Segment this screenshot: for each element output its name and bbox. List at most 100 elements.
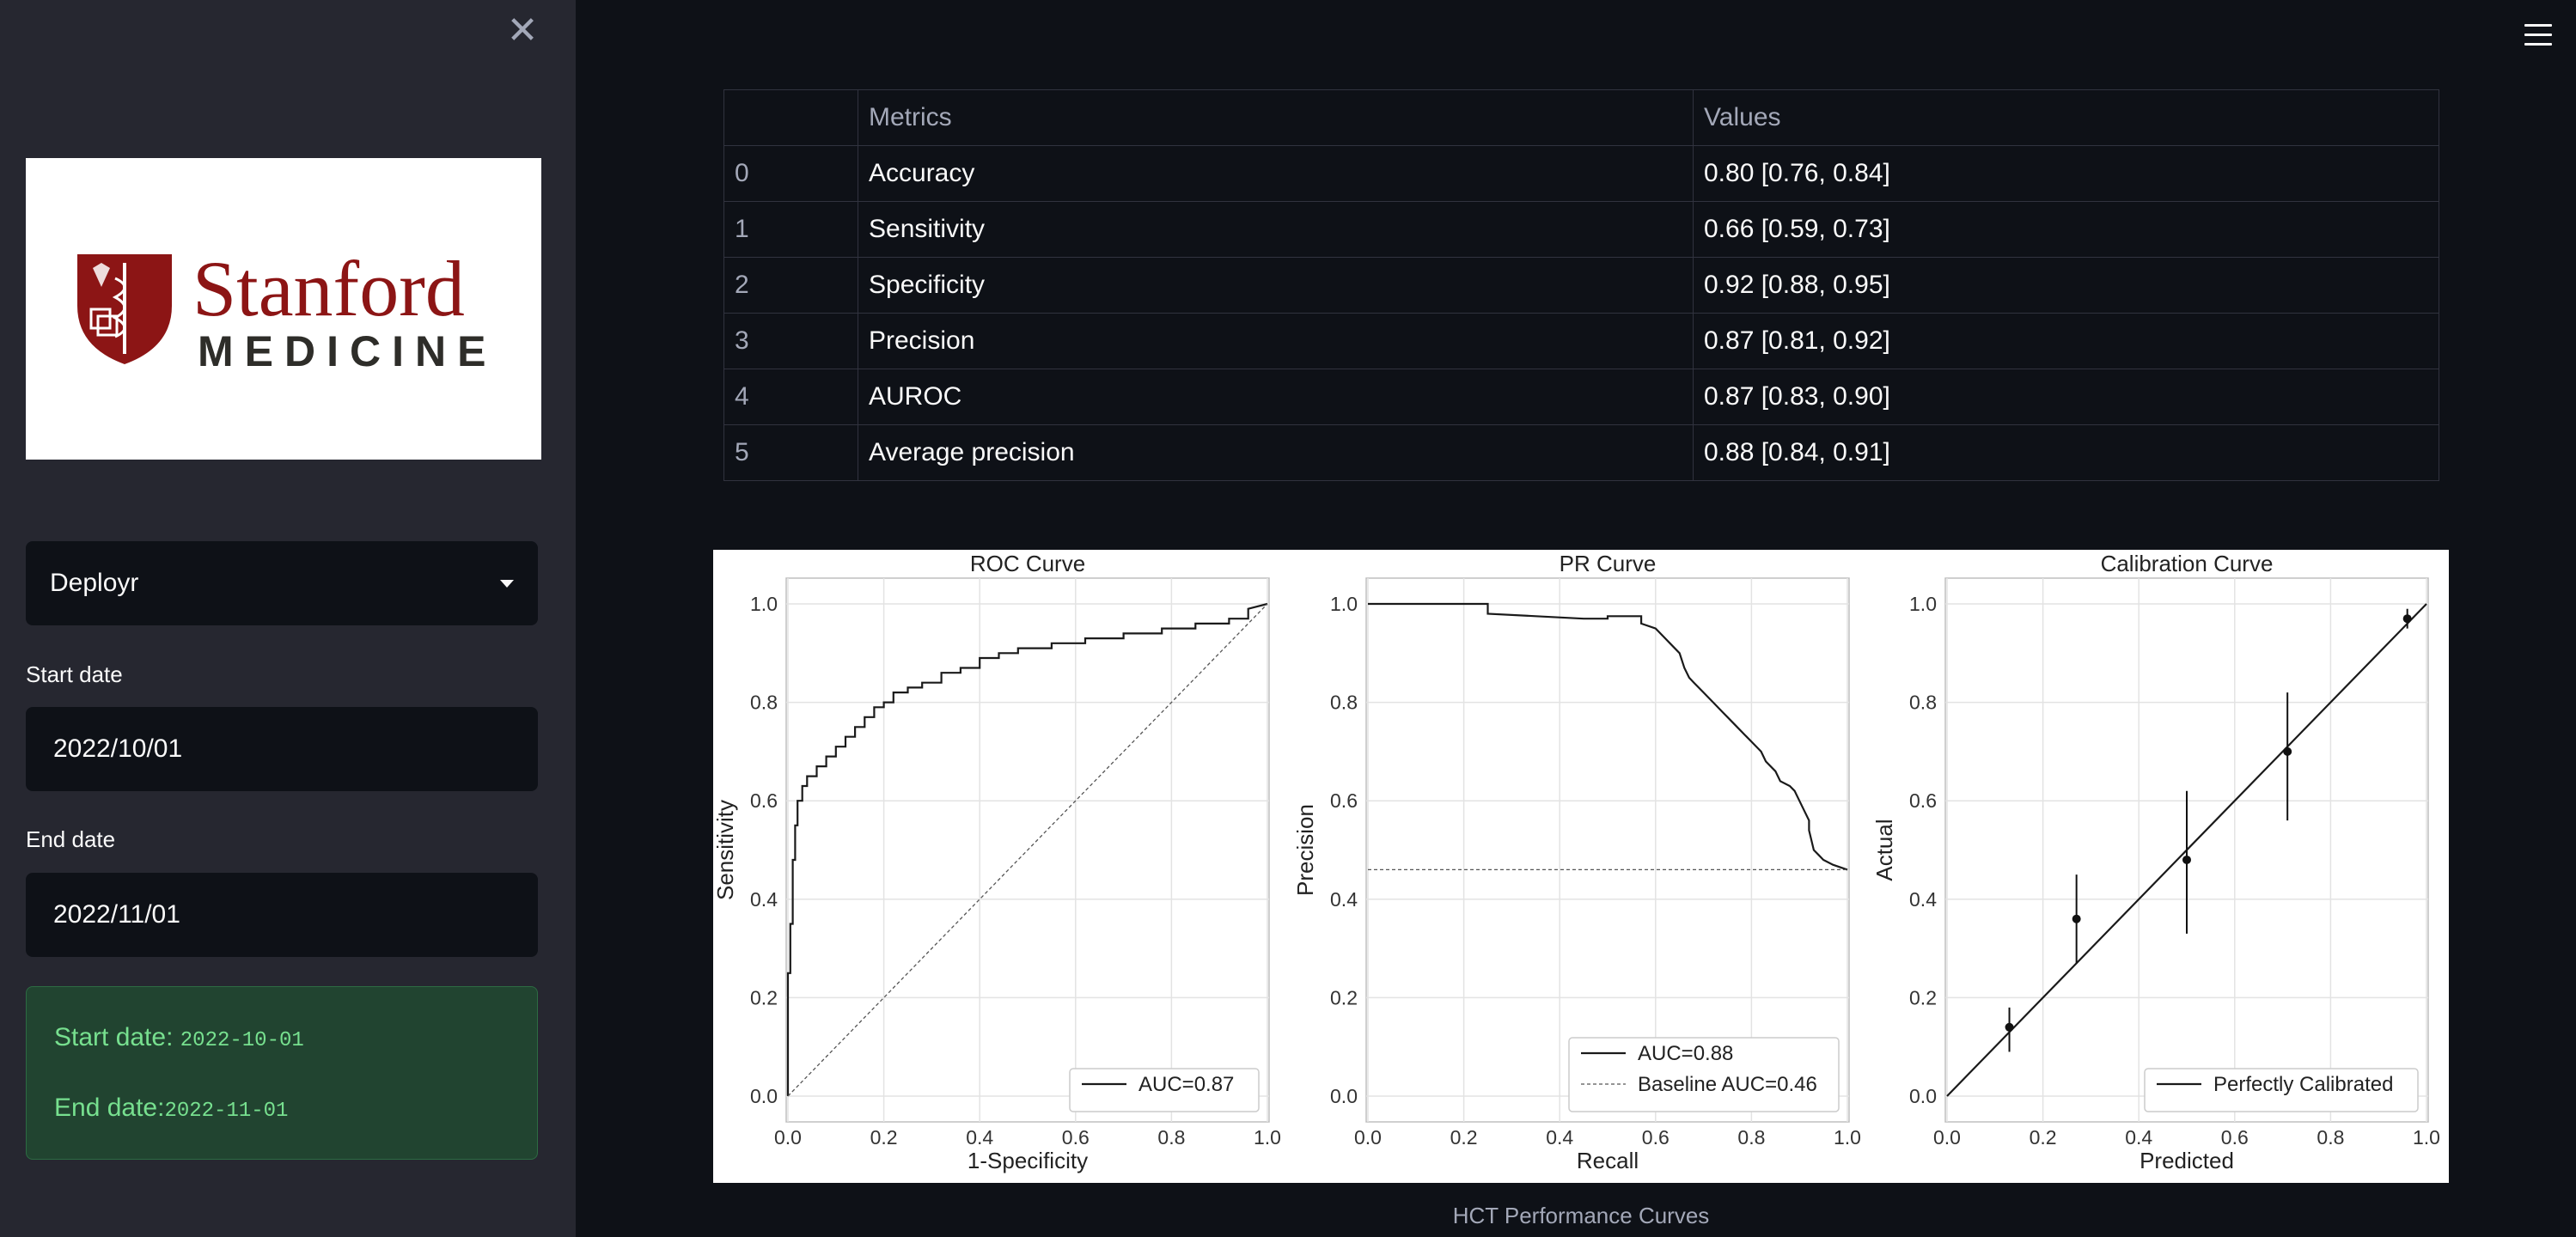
y-tick-label: 0.8 <box>1330 692 1358 714</box>
y-axis-label: Precision <box>1292 804 1318 896</box>
metric-value: 0.87 [0.81, 0.92] <box>1693 313 2439 369</box>
table-header-row: Metrics Values <box>723 89 2439 146</box>
column-header-metrics: Metrics <box>858 89 1694 146</box>
end-date-input[interactable]: 2022/11/01 <box>26 873 538 957</box>
chart-2: 0.0 0.2 0.4 0.6 0.8 1.0 0.0 0.2 0.4 0.6 0.8 1.0 Cali… <box>1871 551 2440 1173</box>
logo-graphic: Stanford MEDICINE <box>77 245 485 375</box>
x-axis-label: 1-Specificity <box>968 1148 1088 1173</box>
row-index: 3 <box>723 313 858 369</box>
model-select[interactable]: Deployr <box>26 541 538 625</box>
alert-end-line: End date:2022-11-01 <box>54 1094 288 1123</box>
figure-caption: HCT Performance Curves <box>1452 1203 1710 1228</box>
table-row: 4 AUROC 0.87 [0.83, 0.90] <box>723 369 2439 425</box>
y-tick-label: 1.0 <box>750 593 778 615</box>
date-range-alert: Start date: 2022-10-01 End date:2022-11-… <box>26 986 538 1160</box>
end-date-value: 2022/11/01 <box>53 900 180 929</box>
y-tick-label: 0.2 <box>1330 986 1358 1008</box>
table-row: 3 Precision 0.87 [0.81, 0.92] <box>723 313 2439 369</box>
y-tick-label: 0.6 <box>750 789 778 812</box>
metric-name: Specificity <box>858 257 1694 314</box>
chart-title: PR Curve <box>1560 551 1657 576</box>
metric-value: 0.87 [0.83, 0.90] <box>1693 369 2439 425</box>
metric-name: Accuracy <box>858 145 1694 202</box>
close-sidebar-button[interactable]: ✕ <box>505 12 540 50</box>
y-tick-label: 0.2 <box>1909 986 1937 1008</box>
metric-name: Average precision <box>858 424 1694 481</box>
row-index: 0 <box>723 145 858 202</box>
hamburger-icon[interactable] <box>2524 24 2552 50</box>
alert-end-value: 2022-11-01 <box>164 1100 289 1123</box>
chart-1: 0.0 0.2 0.4 0.6 0.8 1.0 0.0 0.2 0.4 0.6 0.8 1.0 PR C… <box>1292 551 1861 1173</box>
chart-title: ROC Curve <box>970 551 1085 576</box>
x-tick-label: 0.2 <box>2030 1126 2057 1149</box>
table-row: 2 Specificity 0.92 [0.88, 0.95] <box>723 257 2439 314</box>
x-tick-label: 0.2 <box>1450 1126 1478 1149</box>
metric-name: AUROC <box>858 369 1694 425</box>
chart-0: 0.0 0.2 0.4 0.6 0.8 1.0 0.0 0.2 0.4 0.6 0.8 1.0 ROC … <box>713 551 1281 1173</box>
column-header-index <box>723 89 858 146</box>
metric-value: 0.92 [0.88, 0.95] <box>1693 257 2439 314</box>
alert-start-label: Start date: <box>54 1023 174 1051</box>
chevron-down-icon <box>500 579 514 588</box>
y-tick-label: 0.4 <box>1909 888 1937 911</box>
legend-label: AUC=0.87 <box>1138 1073 1234 1096</box>
sidebar: ✕ Stanford MEDICINE Deployr Start date 2… <box>0 0 576 1237</box>
data-point <box>2402 614 2412 624</box>
y-tick-label: 0.0 <box>750 1085 778 1107</box>
y-tick-label: 0.6 <box>1330 789 1358 812</box>
data-point <box>2072 914 2081 923</box>
x-tick-label: 0.0 <box>774 1126 802 1149</box>
start-date-input[interactable]: 2022/10/01 <box>26 707 538 791</box>
metric-value: 0.66 [0.59, 0.73] <box>1693 201 2439 258</box>
table-row: 0 Accuracy 0.80 [0.76, 0.84] <box>723 145 2439 202</box>
table-row: 5 Average precision 0.88 [0.84, 0.91] <box>723 424 2439 481</box>
x-axis-label: Predicted <box>2140 1148 2234 1173</box>
x-tick-label: 0.8 <box>2317 1126 2344 1149</box>
y-tick-label: 0.8 <box>1909 692 1937 714</box>
end-date-label: End date <box>26 826 116 852</box>
x-tick-label: 0.4 <box>2125 1126 2152 1149</box>
x-tick-label: 0.6 <box>1642 1126 1670 1149</box>
x-tick-label: 1.0 <box>2413 1126 2440 1149</box>
x-tick-label: 0.0 <box>1354 1126 1382 1149</box>
data-point <box>2283 746 2292 756</box>
table-row: 1 Sensitivity 0.66 [0.59, 0.73] <box>723 201 2439 258</box>
y-tick-label: 1.0 <box>1909 593 1937 615</box>
x-tick-label: 0.8 <box>1737 1126 1765 1149</box>
metrics-table: Metrics Values 0 Accuracy 0.80 [0.76, 0.… <box>723 89 2439 481</box>
x-tick-label: 0.0 <box>1933 1126 1961 1149</box>
x-tick-label: 0.6 <box>2221 1126 2249 1149</box>
start-date-label: Start date <box>26 661 123 687</box>
metric-name: Precision <box>858 313 1694 369</box>
y-tick-label: 0.6 <box>1909 789 1937 812</box>
row-index: 1 <box>723 201 858 258</box>
y-axis-label: Sensitivity <box>713 800 738 900</box>
charts-svg: 0.0 0.2 0.4 0.6 0.8 1.0 0.0 0.2 0.4 0.6 0.8 1.0 ROC … <box>713 551 2440 1173</box>
row-index: 4 <box>723 369 858 425</box>
x-tick-label: 0.4 <box>1546 1126 1573 1149</box>
y-tick-label: 0.2 <box>750 986 778 1008</box>
performance-curves-figure: 0.0 0.2 0.4 0.6 0.8 1.0 0.0 0.2 0.4 0.6 0.8 1.0 ROC … <box>713 550 2449 1183</box>
logo-name: Stanford <box>192 245 465 332</box>
legend-label: Perfectly Calibrated <box>2213 1073 2393 1096</box>
metric-value: 0.80 [0.76, 0.84] <box>1693 145 2439 202</box>
row-index: 5 <box>723 424 858 481</box>
metric-name: Sensitivity <box>858 201 1694 258</box>
x-tick-label: 0.6 <box>1062 1126 1090 1149</box>
alert-start-value: 2022-10-01 <box>180 1029 304 1052</box>
data-point <box>2005 1022 2014 1032</box>
row-index: 2 <box>723 257 858 314</box>
alert-start-line: Start date: 2022-10-01 <box>54 1023 304 1052</box>
alert-end-label: End date: <box>54 1094 165 1122</box>
y-tick-label: 0.4 <box>1330 888 1358 911</box>
y-axis-label: Actual <box>1871 819 1897 881</box>
data-point <box>2182 855 2191 864</box>
legend-label: AUC=0.88 <box>1638 1042 1733 1065</box>
y-tick-label: 1.0 <box>1330 593 1358 615</box>
metric-value: 0.88 [0.84, 0.91] <box>1693 424 2439 481</box>
y-tick-label: 0.0 <box>1909 1085 1937 1107</box>
stanford-medicine-logo: Stanford MEDICINE <box>26 158 541 460</box>
start-date-value: 2022/10/01 <box>53 734 183 763</box>
y-tick-label: 0.4 <box>750 888 778 911</box>
chart-title: Calibration Curve <box>2101 551 2274 576</box>
